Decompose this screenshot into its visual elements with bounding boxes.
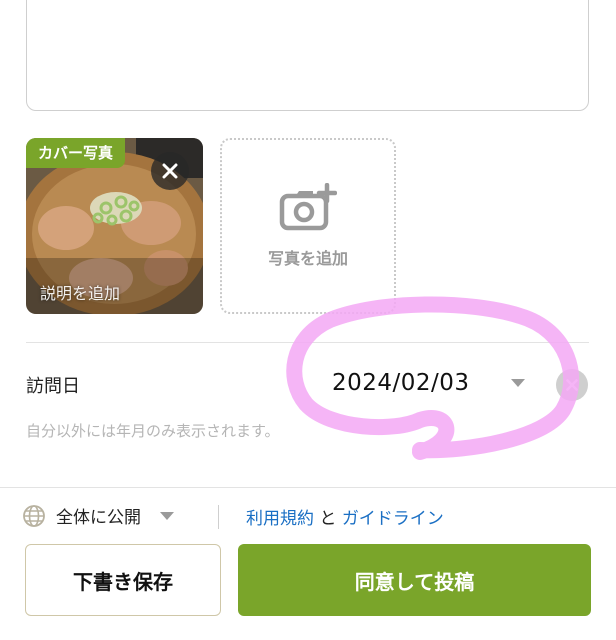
divider [26,342,589,343]
remove-photo-button[interactable] [151,152,189,190]
visit-date-note: 自分以外には年月のみ表示されます。 [26,422,280,440]
add-photo-label: 写真を追加 [267,249,348,268]
terms-link[interactable]: 利用規約 [246,509,314,529]
terms-and: と [314,509,342,529]
camera-add-icon [279,183,337,231]
add-photo-button[interactable]: 写真を追加 [220,138,396,314]
guideline-link[interactable]: ガイドライン [342,509,444,529]
visibility-selector[interactable]: 全体に公開 [22,503,175,528]
save-draft-button[interactable]: 下書き保存 [25,544,221,616]
visit-date-label: 訪問日 [26,376,80,397]
terms-text: 利用規約 と ガイドライン [246,504,444,529]
visibility-label: 全体に公開 [56,508,141,528]
agree-and-post-button[interactable]: 同意して投稿 [238,544,591,616]
footer-divider [0,487,616,488]
clear-date-button[interactable] [556,369,588,401]
caret-down-icon [160,511,174,520]
close-icon [162,163,178,179]
cover-photo-badge: カバー写真 [26,138,126,168]
review-textarea[interactable] [26,0,589,111]
visit-date-value[interactable]: 2024/02/03 [332,370,470,396]
separator [218,505,219,529]
caret-down-icon[interactable] [510,378,526,388]
photo-caption-placeholder[interactable]: 説明を追加 [40,280,120,304]
close-icon [566,379,578,391]
globe-icon [23,504,45,527]
